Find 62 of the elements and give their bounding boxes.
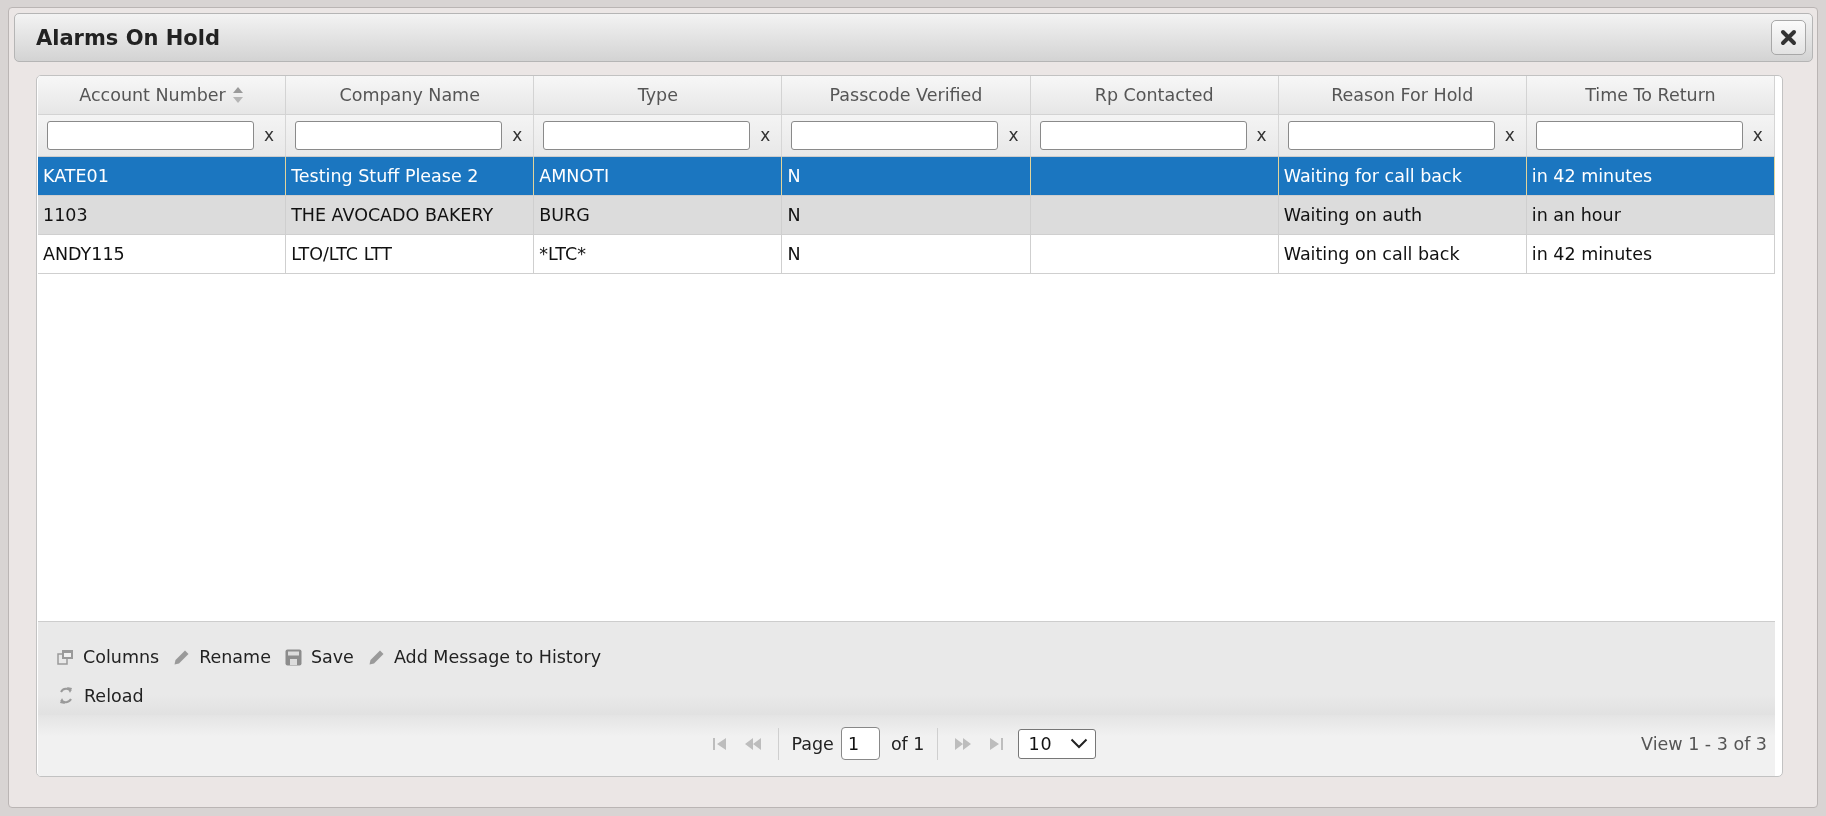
table-row[interactable]: ANDY115 LTO/LTC LTT *LTC* N Waiting on call back in 42 minutes: [38, 235, 1775, 274]
last-page-icon: [988, 735, 1006, 752]
page-label: Page: [791, 733, 834, 754]
pencil-icon: [367, 648, 385, 666]
table-row[interactable]: KATE01 Testing Stuff Please 2 AMNOTI N Waiting for call back in 42 minutes: [38, 157, 1775, 196]
table-cell: Waiting on auth: [1283, 205, 1423, 225]
clear-filter-button[interactable]: x: [760, 127, 771, 144]
toolbar-button[interactable]: Reload: [57, 685, 144, 706]
table-cell: in 42 minutes: [1531, 244, 1653, 264]
clear-filter-button[interactable]: x: [1504, 127, 1515, 144]
filter-field[interactable]: [543, 121, 751, 150]
first-page-icon: [710, 735, 728, 752]
refresh-icon: [57, 686, 75, 706]
filter-field[interactable]: [1039, 121, 1247, 150]
filter-field[interactable]: [1535, 121, 1743, 150]
filter-field[interactable]: [791, 121, 999, 150]
table-cell: Testing Stuff Please 2: [291, 166, 479, 186]
toolbar-button[interactable]: Columns: [57, 647, 160, 668]
toolbar-button[interactable]: Rename: [173, 647, 271, 668]
windows-icon: [57, 649, 74, 666]
column-header[interactable]: Rp Contacted: [1030, 76, 1279, 114]
clear-filter-button[interactable]: x: [1008, 127, 1019, 144]
close-button[interactable]: [1771, 20, 1806, 55]
clear-filter-button[interactable]: x: [512, 127, 523, 144]
column-header[interactable]: Time To Return: [1526, 76, 1775, 114]
table-cell: KATE01: [43, 166, 109, 186]
window-title: Alarms On Hold: [36, 25, 221, 50]
table-cell: AMNOTI: [539, 166, 610, 186]
filter-field[interactable]: [1287, 121, 1495, 150]
table-cell: 1103: [43, 205, 88, 225]
table-cell: BURG: [539, 205, 590, 225]
filter-field[interactable]: [47, 121, 254, 150]
column-header[interactable]: Reason For Hold: [1278, 76, 1527, 114]
page-count: of 1: [890, 733, 925, 754]
close-icon: [1780, 29, 1797, 46]
chevron-icon: [1070, 738, 1089, 749]
page-size-select[interactable]: 10: [1018, 728, 1097, 759]
page-field[interactable]: 1: [840, 727, 880, 760]
column-header[interactable]: Passcode Verified: [782, 76, 1031, 114]
view-info: View 1 - 3 of 3: [1641, 733, 1767, 754]
table-cell: N: [787, 166, 801, 186]
table-cell: in an hour: [1531, 205, 1621, 225]
column-header[interactable]: Account Number: [38, 76, 287, 114]
toolbar-button[interactable]: Add Message to History: [367, 647, 601, 668]
table-cell: N: [787, 205, 801, 225]
column-header[interactable]: Company Name: [286, 76, 535, 114]
pencil-icon: [173, 648, 191, 666]
table-row[interactable]: 1103 THE AVOCADO BAKERY BURG N Waiting on auth in an hour: [38, 196, 1775, 235]
table-cell: Waiting for call back: [1283, 166, 1462, 186]
table-cell: ANDY115: [43, 244, 125, 264]
column-header[interactable]: Type: [534, 76, 783, 114]
table-cell: in 42 minutes: [1531, 166, 1653, 186]
clear-filter-button[interactable]: x: [1256, 127, 1267, 144]
toolbar-button[interactable]: Save: [284, 647, 354, 668]
table-cell: THE AVOCADO BAKERY: [291, 205, 494, 225]
table-cell: Waiting on call back: [1283, 244, 1460, 264]
clear-filter-button[interactable]: x: [264, 127, 275, 144]
filter-field[interactable]: [295, 121, 503, 150]
table-cell: N: [787, 244, 801, 264]
clear-filter-button[interactable]: x: [1752, 127, 1763, 144]
table-cell: LTO/LTC LTT: [291, 244, 393, 264]
table-cell: *LTC*: [539, 244, 586, 264]
